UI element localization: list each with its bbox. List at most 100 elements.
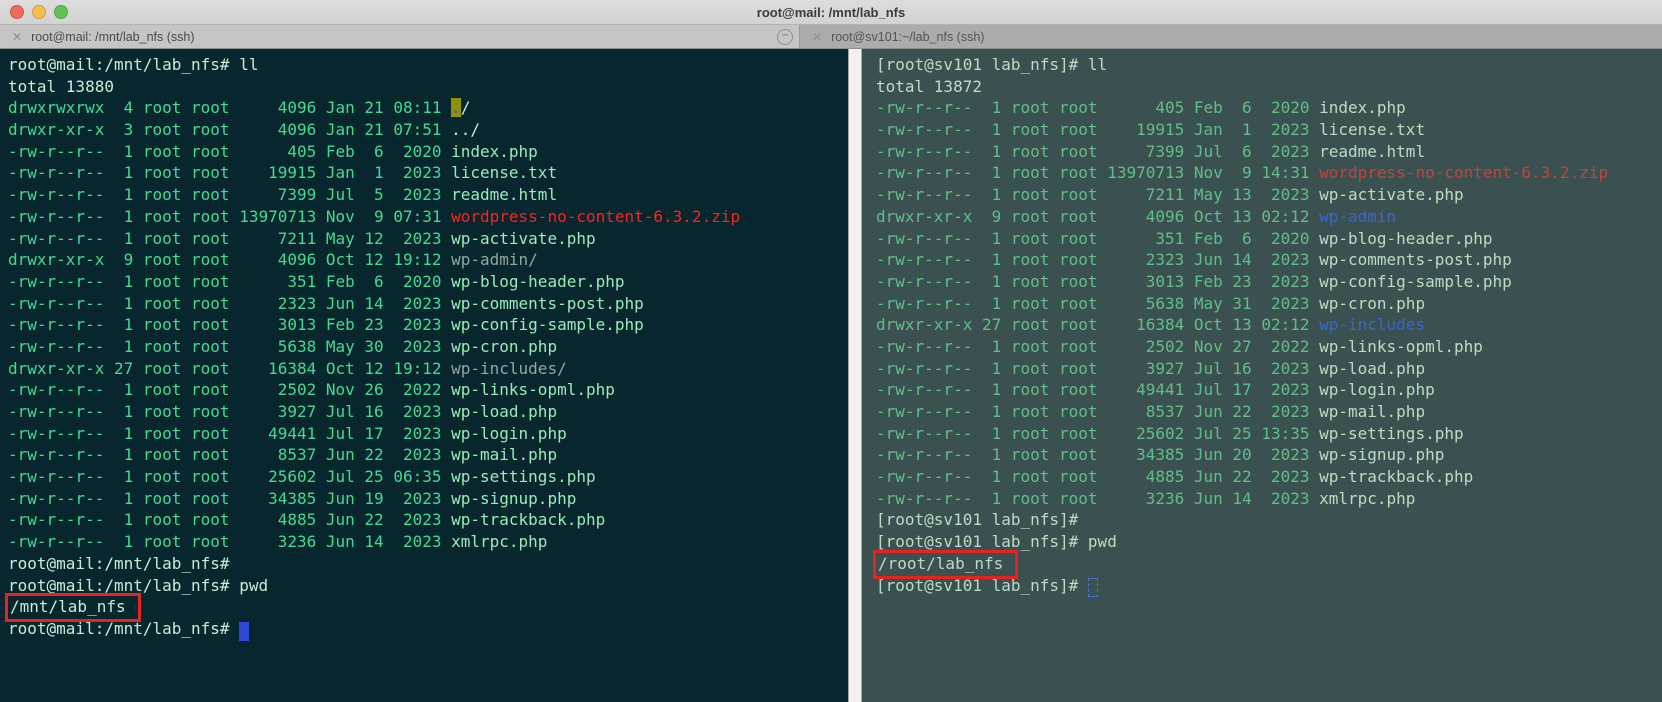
close-tab-icon[interactable]: ✕: [812, 31, 822, 43]
terminal-line: -rw-r--r-- 1 root root 34385 Jun 20 2023…: [876, 444, 1662, 466]
zoom-window-button[interactable]: [54, 5, 68, 19]
terminal-text: -rw-r--r-- 1 root root 19915 Jan 1 2023: [876, 120, 1319, 139]
tab-label: root@mail: /mnt/lab_nfs (ssh): [31, 30, 194, 44]
terminal-text: xmlrpc.php: [1319, 489, 1415, 508]
terminal-text: xmlrpc.php: [451, 532, 547, 551]
terminal-line: drwxr-xr-x 9 root root 4096 Oct 12 19:12…: [8, 249, 848, 271]
terminal-text: -rw-r--r-- 1 root root 2323 Jun 14 2023: [876, 250, 1319, 269]
terminal-text: -rw-r--r-- 1 root root 49441 Jul 17 2023: [8, 424, 451, 443]
terminal-text: /: [461, 98, 471, 117]
terminal-line: -rw-r--r-- 1 root root 5638 May 30 2023 …: [8, 336, 848, 358]
window-title: root@mail: /mnt/lab_nfs: [0, 5, 1662, 20]
terminal-line: -rw-r--r-- 1 root root 2323 Jun 14 2023 …: [8, 293, 848, 315]
terminal-text: [root@sv101 lab_nfs]#: [876, 510, 1078, 529]
terminal-line: total 13872: [876, 76, 1662, 98]
terminal-text: wp-activate.php: [451, 229, 596, 248]
split-pane-container: root@mail:/mnt/lab_nfs# lltotal 13880drw…: [0, 49, 1662, 702]
minimize-window-button[interactable]: [32, 5, 46, 19]
terminal-text: wp-comments-post.php: [1319, 250, 1512, 269]
terminal-line: -rw-r--r-- 1 root root 3236 Jun 14 2023 …: [876, 488, 1662, 510]
terminal-text: -rw-r--r-- 1 root root 49441 Jul 17 2023: [876, 380, 1319, 399]
terminal-text: wp-load.php: [1319, 359, 1425, 378]
terminal-text: wp-cron.php: [1319, 294, 1425, 313]
terminal-line: -rw-r--r-- 1 root root 7399 Jul 5 2023 r…: [8, 184, 848, 206]
terminal-text: wp-signup.php: [1319, 445, 1444, 464]
close-tab-icon[interactable]: ✕: [12, 31, 22, 43]
terminal-line: -rw-r--r-- 1 root root 3013 Feb 23 2023 …: [8, 314, 848, 336]
terminal-text: -rw-r--r-- 1 root root 7399 Jul 5 2023: [8, 185, 451, 204]
terminal-text: -rw-r--r-- 1 root root 34385 Jun 20 2023: [876, 445, 1319, 464]
terminal-text: -rw-r--r-- 1 root root 25602 Jul 25 13:3…: [876, 424, 1319, 443]
terminal-line: -rw-r--r-- 1 root root 3927 Jul 16 2023 …: [8, 401, 848, 423]
terminal-line: root@mail:/mnt/lab_nfs#: [8, 618, 848, 640]
terminal-line: -rw-r--r-- 1 root root 7211 May 12 2023 …: [8, 228, 848, 250]
terminal-line: -rw-r--r-- 1 root root 19915 Jan 1 2023 …: [8, 162, 848, 184]
terminal-text: index.php: [1319, 98, 1406, 117]
terminal-line: -rw-r--r-- 1 root root 405 Feb 6 2020 in…: [876, 97, 1662, 119]
terminal-pane-left[interactable]: root@mail:/mnt/lab_nfs# lltotal 13880drw…: [0, 49, 848, 702]
terminal-text: wp-config-sample.php: [451, 315, 644, 334]
terminal-line: [root@sv101 lab_nfs]#: [876, 575, 1662, 597]
terminal-text: root@mail:/mnt/lab_nfs# ll: [8, 55, 258, 74]
tab-label: root@sv101:~/lab_nfs (ssh): [831, 30, 984, 44]
terminal-text: wordpress-no-content-6.3.2.zip: [451, 207, 740, 226]
search-highlight: .: [451, 98, 461, 117]
cursor-block-hollow: [1088, 578, 1098, 597]
terminal-line: -rw-r--r-- 1 root root 351 Feb 6 2020 wp…: [876, 228, 1662, 250]
terminal-line: -rw-r--r-- 1 root root 4885 Jun 22 2023 …: [8, 509, 848, 531]
terminal-text: drwxr-xr-x 27 root root 16384 Oct 13 02:…: [876, 315, 1319, 334]
terminal-window: root@mail: /mnt/lab_nfs ✕ root@mail: /mn…: [0, 0, 1662, 702]
terminal-line: [root@sv101 lab_nfs]#: [876, 509, 1662, 531]
cursor-block: [239, 622, 249, 641]
tab-bar: ✕ root@mail: /mnt/lab_nfs (ssh) ⋯ ✕ root…: [0, 25, 1662, 49]
terminal-text: -rw-r--r-- 1 root root 351 Feb 6 2020: [8, 272, 451, 291]
terminal-text: wp-comments-post.php: [451, 294, 644, 313]
terminal-text: -rw-r--r-- 1 root root 7211 May 12 2023: [8, 229, 451, 248]
terminal-line: -rw-r--r-- 1 root root 8537 Jun 22 2023 …: [8, 444, 848, 466]
terminal-text: wp-includes: [1319, 315, 1425, 334]
terminal-line: drwxr-xr-x 27 root root 16384 Oct 12 19:…: [8, 358, 848, 380]
terminal-text: -rw-r--r-- 1 root root 7399 Jul 6 2023: [876, 142, 1319, 161]
terminal-text: drwxrwxrwx 4 root root 4096 Jan 21 08:11: [8, 98, 451, 117]
tab-root-mail[interactable]: ✕ root@mail: /mnt/lab_nfs (ssh): [0, 25, 771, 48]
terminal-text: wp-trackback.php: [451, 510, 605, 529]
terminal-text: drwxr-xr-x 27 root root 16384 Oct 12 19:…: [8, 359, 451, 378]
terminal-line: -rw-r--r-- 1 root root 25602 Jul 25 06:3…: [8, 466, 848, 488]
terminal-text: wp-login.php: [1319, 380, 1435, 399]
terminal-line: drwxr-xr-x 9 root root 4096 Oct 13 02:12…: [876, 206, 1662, 228]
terminal-text: wp-mail.php: [451, 445, 557, 464]
terminal-text: -rw-r--r-- 1 root root 2323 Jun 14 2023: [8, 294, 451, 313]
title-bar: root@mail: /mnt/lab_nfs: [0, 0, 1662, 25]
terminal-text: -rw-r--r-- 1 root root 3236 Jun 14 2023: [8, 532, 451, 551]
terminal-line: root@mail:/mnt/lab_nfs# ll: [8, 54, 848, 76]
terminal-text: root@mail:/mnt/lab_nfs#: [8, 619, 239, 638]
terminal-text: total 13872: [876, 77, 982, 96]
close-window-button[interactable]: [10, 5, 24, 19]
terminal-text: -rw-r--r-- 1 root root 2502 Nov 27 2022: [876, 337, 1319, 356]
terminal-text: [root@sv101 lab_nfs]#: [876, 576, 1088, 595]
terminal-text: index.php: [451, 142, 538, 161]
terminal-text: wp-links-opml.php: [451, 380, 615, 399]
terminal-text: ../: [451, 120, 480, 139]
pane-divider[interactable]: [848, 49, 862, 702]
terminal-line: -rw-r--r-- 1 root root 7211 May 13 2023 …: [876, 184, 1662, 206]
traffic-lights: [10, 5, 68, 19]
terminal-text: wp-links-opml.php: [1319, 337, 1483, 356]
terminal-line: -rw-r--r-- 1 root root 4885 Jun 22 2023 …: [876, 466, 1662, 488]
terminal-line: -rw-r--r-- 1 root root 13970713 Nov 9 07…: [8, 206, 848, 228]
terminal-text: wp-blog-header.php: [1319, 229, 1492, 248]
tab-root-sv101[interactable]: ✕ root@sv101:~/lab_nfs (ssh): [799, 25, 1662, 48]
terminal-pane-right[interactable]: [root@sv101 lab_nfs]# lltotal 13872-rw-r…: [862, 49, 1662, 702]
terminal-text: wp-settings.php: [1319, 424, 1464, 443]
tab-overflow-button[interactable]: ⋯: [771, 25, 799, 48]
terminal-line: -rw-r--r-- 1 root root 351 Feb 6 2020 wp…: [8, 271, 848, 293]
terminal-text: wp-mail.php: [1319, 402, 1425, 421]
terminal-line: -rw-r--r-- 1 root root 8537 Jun 22 2023 …: [876, 401, 1662, 423]
terminal-text: [root@sv101 lab_nfs]# pwd: [876, 532, 1117, 551]
terminal-line: -rw-r--r-- 1 root root 3927 Jul 16 2023 …: [876, 358, 1662, 380]
terminal-text: drwxr-xr-x 9 root root 4096 Oct 12 19:12: [8, 250, 451, 269]
terminal-line: total 13880: [8, 76, 848, 98]
terminal-text: root@mail:/mnt/lab_nfs#: [8, 554, 230, 573]
terminal-text: -rw-r--r-- 1 root root 3236 Jun 14 2023: [876, 489, 1319, 508]
terminal-text: -rw-r--r-- 1 root root 13970713 Nov 9 07…: [8, 207, 451, 226]
